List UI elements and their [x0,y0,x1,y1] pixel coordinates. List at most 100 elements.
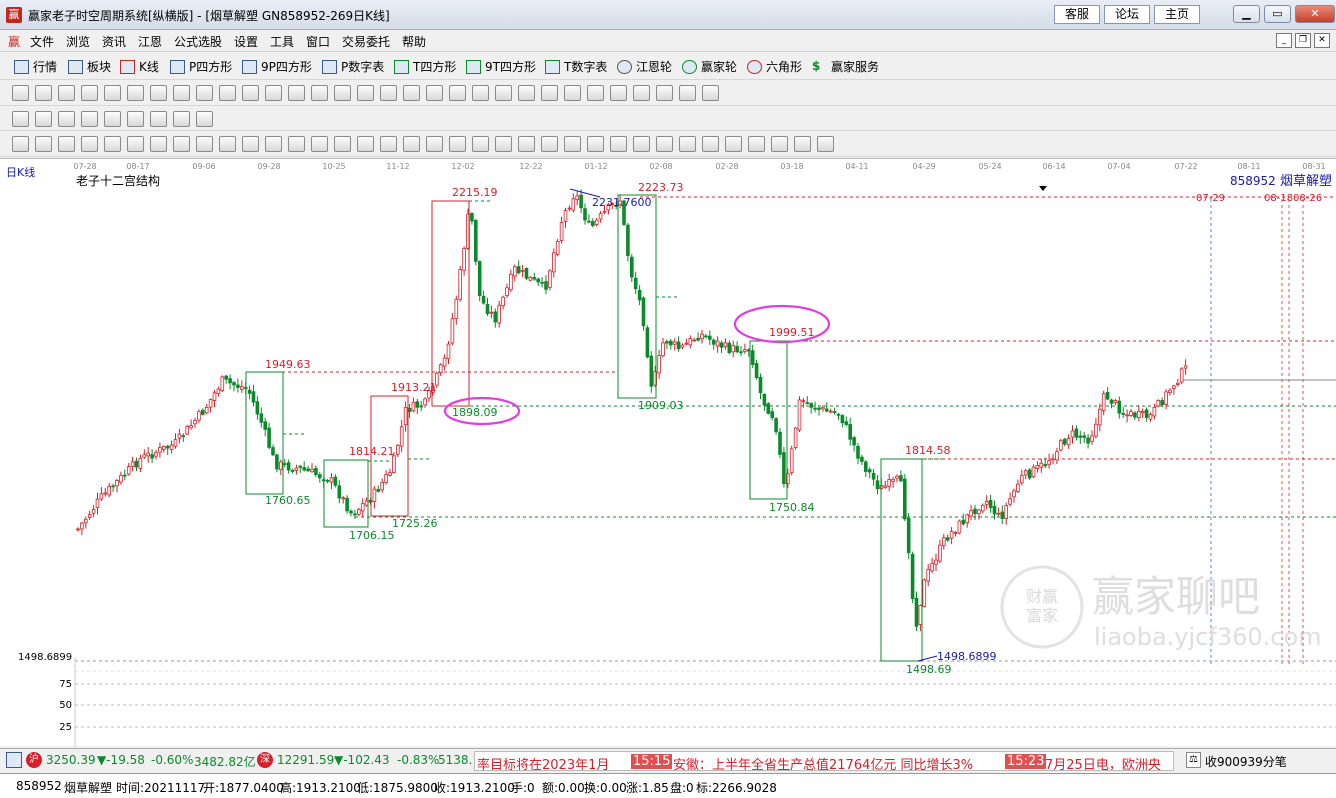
minimize-icon[interactable]: ▁ [1233,5,1260,23]
menu-tools[interactable]: 工具 [270,33,294,50]
analysis-tool-5-icon[interactable] [104,136,121,152]
menu-app-icon[interactable]: 赢 [8,33,20,50]
draw-tool-23-icon[interactable] [518,85,535,101]
menu-gann[interactable]: 江恩 [138,33,162,50]
tool-9t-square[interactable]: 9T四方形 [466,58,536,76]
draw-tool-3-icon[interactable] [58,85,75,101]
draw-tool-16-icon[interactable] [357,85,374,101]
draw-tool-25-icon[interactable] [564,85,581,101]
draw-tool-14-icon[interactable] [311,85,328,101]
draw-tool-7-icon[interactable] [150,85,167,101]
tool-t-table[interactable]: T数字表 [545,58,607,76]
draw-tool-29-icon[interactable] [656,85,673,101]
draw-tool-27-icon[interactable] [610,85,627,101]
analysis-tool-20-icon[interactable] [449,136,466,152]
close-icon[interactable]: ✕ [1295,5,1335,23]
line-tool-1-icon[interactable] [12,111,29,127]
draw-tool-19-icon[interactable] [426,85,443,101]
analysis-tool-6-icon[interactable] [127,136,144,152]
line-tool-6-icon[interactable] [127,111,144,127]
tool-quotes[interactable]: 行情 [14,58,57,76]
draw-tool-20-icon[interactable] [449,85,466,101]
draw-tool-12-icon[interactable] [265,85,282,101]
analysis-tool-7-icon[interactable] [150,136,167,152]
grid-icon[interactable] [6,752,22,768]
analysis-tool-23-icon[interactable] [518,136,535,152]
analysis-tool-31-icon[interactable] [702,136,719,152]
analysis-tool-4-icon[interactable] [81,136,98,152]
line-tool-7-icon[interactable] [150,111,167,127]
draw-tool-30-icon[interactable] [679,85,696,101]
analysis-tool-19-icon[interactable] [426,136,443,152]
tool-p-table[interactable]: P数字表 [322,58,384,76]
draw-tool-17-icon[interactable] [380,85,397,101]
draw-tool-11-icon[interactable] [242,85,259,101]
tool-p-square[interactable]: P四方形 [170,58,232,76]
draw-tool-26-icon[interactable] [587,85,604,101]
analysis-tool-9-icon[interactable] [196,136,213,152]
analysis-tool-27-icon[interactable] [610,136,627,152]
tool-kline[interactable]: K线 [120,58,159,76]
draw-tool-31-icon[interactable] [702,85,719,101]
maximize-icon[interactable]: ▭ [1264,5,1291,23]
draw-tool-2-icon[interactable] [35,85,52,101]
draw-tool-1-icon[interactable] [12,85,29,101]
tool-t-square[interactable]: T四方形 [394,58,456,76]
menu-browse[interactable]: 浏览 [66,33,90,50]
draw-tool-28-icon[interactable] [633,85,650,101]
draw-tool-21-icon[interactable] [472,85,489,101]
line-tool-8-icon[interactable] [173,111,190,127]
draw-tool-9-icon[interactable] [196,85,213,101]
tool-winner-wheel[interactable]: 赢家轮 [682,58,737,76]
draw-tool-10-icon[interactable] [219,85,236,101]
analysis-tool-35-icon[interactable] [794,136,811,152]
news-ticker[interactable]: 率目标将在2023年1月 15:15 安徽：上半年全省生产总值21764亿元 同… [474,751,1174,771]
tool-gann-wheel[interactable]: 江恩轮 [617,58,672,76]
analysis-tool-1-icon[interactable] [12,136,29,152]
mdi-restore-icon[interactable]: ❐ [1295,33,1311,48]
analysis-tool-8-icon[interactable] [173,136,190,152]
link-forum[interactable]: 论坛 [1104,5,1150,24]
draw-tool-22-icon[interactable] [495,85,512,101]
draw-tool-4-icon[interactable] [81,85,98,101]
analysis-tool-22-icon[interactable] [495,136,512,152]
link-service[interactable]: 客服 [1054,5,1100,24]
analysis-tool-32-icon[interactable] [725,136,742,152]
analysis-tool-33-icon[interactable] [748,136,765,152]
draw-tool-18-icon[interactable] [403,85,420,101]
draw-tool-24-icon[interactable] [541,85,558,101]
tool-9p-square[interactable]: 9P四方形 [242,58,312,76]
analysis-tool-29-icon[interactable] [656,136,673,152]
analysis-tool-13-icon[interactable] [288,136,305,152]
analysis-tool-25-icon[interactable] [564,136,581,152]
mdi-minimize-icon[interactable]: _ [1276,33,1292,48]
analysis-tool-16-icon[interactable] [357,136,374,152]
menu-trade[interactable]: 交易委托 [342,33,390,50]
analysis-tool-3-icon[interactable] [58,136,75,152]
line-tool-3-icon[interactable] [58,111,75,127]
draw-tool-6-icon[interactable] [127,85,144,101]
analysis-tool-28-icon[interactable] [633,136,650,152]
analysis-tool-14-icon[interactable] [311,136,328,152]
analysis-tool-15-icon[interactable] [334,136,351,152]
analysis-tool-18-icon[interactable] [403,136,420,152]
analysis-tool-17-icon[interactable] [380,136,397,152]
menu-window[interactable]: 窗口 [306,33,330,50]
analysis-tool-10-icon[interactable] [219,136,236,152]
kline-chart[interactable]: 07-28 08-17 09-06 09-28 10-25 11-12 12-02 12-22… [0,159,1336,747]
menu-file[interactable]: 文件 [30,33,54,50]
analysis-tool-34-icon[interactable] [771,136,788,152]
analysis-tool-36-icon[interactable] [817,136,834,152]
analysis-tool-26-icon[interactable] [587,136,604,152]
tool-sector[interactable]: 板块 [68,58,111,76]
menu-help[interactable]: 帮助 [402,33,426,50]
menu-info[interactable]: 资讯 [102,33,126,50]
draw-tool-8-icon[interactable] [173,85,190,101]
scale-icon[interactable]: ⚖ [1186,752,1201,768]
line-tool-4-icon[interactable] [81,111,98,127]
line-tool-2-icon[interactable] [35,111,52,127]
draw-tool-5-icon[interactable] [104,85,121,101]
line-tool-9-icon[interactable] [196,111,213,127]
tool-hexagon[interactable]: 六角形 [747,58,802,76]
analysis-tool-24-icon[interactable] [541,136,558,152]
